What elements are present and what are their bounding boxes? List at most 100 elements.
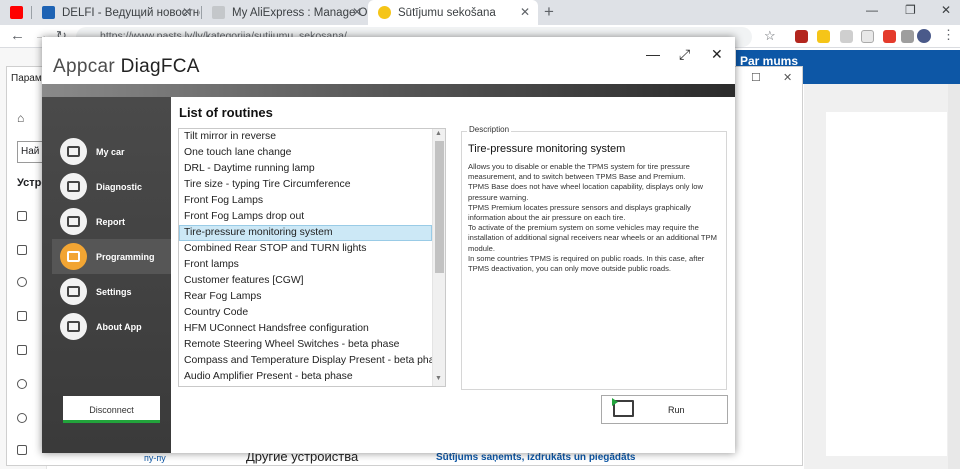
extension-icon[interactable] — [861, 30, 874, 43]
scroll-down-icon[interactable]: ▼ — [435, 375, 442, 382]
tab-title: Sūtījumu sekošana — [398, 6, 496, 19]
sidebar-item-label: Settings — [96, 286, 132, 297]
description-line: TPMS Base does not have wheel location c… — [468, 182, 703, 202]
sidebar-item-settings[interactable]: Settings — [52, 274, 171, 309]
run-label: Run — [668, 405, 685, 415]
maximize-icon[interactable]: ❐ — [905, 3, 916, 17]
sidebar-item-about-app[interactable]: About App — [52, 309, 171, 344]
minimize-icon[interactable]: — — [866, 3, 878, 17]
list-item[interactable]: Rear Fog Lamps — [179, 289, 432, 305]
description-title: Tire-pressure monitoring system — [468, 143, 626, 155]
sidebar-item-label: My car — [96, 146, 125, 157]
monitor-icon — [60, 243, 87, 270]
list-item[interactable]: One touch lane change — [179, 145, 432, 161]
list-item[interactable]: Tire size - typing Tire Circumference — [179, 177, 432, 193]
report-icon — [60, 208, 87, 235]
sidebar-item-label: Diagnostic — [96, 181, 143, 192]
list-item[interactable]: Front Fog Lamps — [179, 193, 432, 209]
list-item[interactable]: Front lamps — [179, 257, 432, 273]
list-item-selected[interactable]: Tire-pressure monitoring system — [179, 225, 432, 241]
title-gradient-bar — [42, 84, 735, 97]
description-line: To activate of the premium system on som… — [468, 223, 717, 253]
list-item[interactable]: Front Fog Lamps drop out — [179, 209, 432, 225]
close-window-icon[interactable]: ✕ — [941, 3, 951, 17]
delfi-icon — [42, 6, 55, 19]
back-icon[interactable]: ← — [10, 27, 25, 44]
gear-icon — [60, 278, 87, 305]
sidebar-item-diagnostic[interactable]: Diagnostic — [52, 169, 171, 204]
info-icon — [60, 313, 87, 340]
description-body: Allows you to disable or enable the TPMS… — [468, 162, 720, 274]
page-scrollbar[interactable] — [948, 84, 960, 469]
browser-tab-strip: DELFI - Ведущий новостной пор ✕ My AliEx… — [0, 0, 960, 25]
close-icon[interactable]: ✕ — [520, 5, 530, 19]
mouse-icon — [17, 277, 27, 287]
engine-icon — [60, 173, 87, 200]
list-item[interactable]: Remote Steering Wheel Switches - beta ph… — [179, 337, 432, 353]
post-icon — [378, 6, 391, 19]
avatar[interactable] — [917, 29, 931, 43]
close-icon[interactable]: ✕ — [783, 71, 792, 84]
list-item[interactable]: Compass and Temperature Display Present … — [179, 353, 432, 369]
extension-icon[interactable] — [840, 30, 853, 43]
footer-small-link[interactable]: пу-пу — [144, 453, 166, 463]
sidebar-item-label: About App — [96, 321, 142, 332]
sidebar-item-label: Programming — [96, 251, 155, 262]
home-icon[interactable]: ⌂ — [17, 111, 24, 125]
appcar-window: Appcar DiagFCA — ⤢ ✕ My car Diagnostic R… — [42, 37, 735, 453]
tab-aliexpress[interactable]: My AliExpress : Manage Orders ✕ — [202, 0, 370, 25]
device-icon — [17, 211, 27, 221]
list-item[interactable]: Customer features [CGW] — [179, 273, 432, 289]
description-line: TPMS Premium locates pressure sensors an… — [468, 202, 691, 223]
window-title: Парам — [11, 73, 42, 84]
pen-icon — [17, 379, 27, 389]
description-line: In some countries TPMS is required on pu… — [468, 253, 705, 274]
scroll-thumb[interactable] — [435, 141, 444, 273]
printer-icon — [17, 245, 27, 255]
description-legend: Description — [467, 125, 512, 134]
close-icon[interactable]: ✕ — [711, 46, 723, 63]
maximize-icon[interactable]: ☐ — [751, 71, 761, 84]
description-panel: Description Tire-pressure monitoring sys… — [461, 125, 727, 390]
car-icon — [60, 138, 87, 165]
close-icon[interactable]: ✕ — [182, 5, 192, 19]
ublock-icon[interactable] — [795, 30, 808, 43]
minimize-icon[interactable]: — — [646, 46, 660, 62]
list-item[interactable]: Tilt mirror in reverse — [179, 129, 432, 145]
list-item[interactable]: Audio Amplifier Present - beta phase — [179, 369, 432, 385]
app-title: Appcar DiagFCA — [53, 56, 200, 78]
menu-icon[interactable]: ⋮ — [942, 27, 955, 43]
aliexpress-icon[interactable] — [883, 30, 896, 43]
extension-icon[interactable] — [901, 30, 914, 43]
list-item[interactable]: Country Code — [179, 305, 432, 321]
run-monitor-icon — [612, 398, 634, 417]
tab-title: DELFI - Ведущий новостной пор — [62, 6, 200, 19]
sidebar-item-my-car[interactable]: My car — [52, 134, 171, 169]
star-icon[interactable]: ☆ — [764, 28, 776, 44]
description-line: Allows you to disable or enable the TPMS… — [468, 162, 690, 182]
list-item[interactable]: DRL - Daytime running lamp — [179, 161, 432, 177]
sidebar-item-programming[interactable]: Programming — [52, 239, 171, 274]
page-icon — [212, 6, 225, 19]
app-title-brand: Appcar — [53, 56, 121, 77]
tab-delfi[interactable]: DELFI - Ведущий новостной пор ✕ — [32, 0, 200, 25]
routines-list: Tilt mirror in reverse One touch lane ch… — [178, 128, 446, 387]
usb-icon — [17, 445, 27, 455]
restore-icon[interactable]: ⤢ — [679, 46, 690, 63]
tab-youtube[interactable] — [0, 0, 30, 25]
page-right-card — [826, 112, 947, 456]
disconnect-button[interactable]: Disconnect — [63, 396, 160, 423]
scroll-up-icon[interactable]: ▲ — [435, 130, 442, 137]
list-item[interactable]: Combined Rear STOP and TURN lights — [179, 241, 432, 257]
keyboard-icon — [17, 345, 27, 355]
close-icon[interactable]: ✕ — [352, 5, 362, 19]
run-button[interactable]: Run — [601, 395, 728, 424]
new-tab-icon[interactable]: + — [544, 2, 554, 22]
tab-sutijumu[interactable]: Sūtījumu sekošana ✕ — [368, 0, 538, 25]
sidebar-item-label: Report — [96, 216, 125, 227]
sidebar-item-report[interactable]: Report — [52, 204, 171, 239]
list-item[interactable]: HFM UConnect Handsfree configuration — [179, 321, 432, 337]
imdb-icon[interactable] — [817, 30, 830, 43]
list-scrollbar[interactable]: ▲ ▼ — [432, 129, 445, 386]
touchpad-icon — [17, 311, 27, 321]
